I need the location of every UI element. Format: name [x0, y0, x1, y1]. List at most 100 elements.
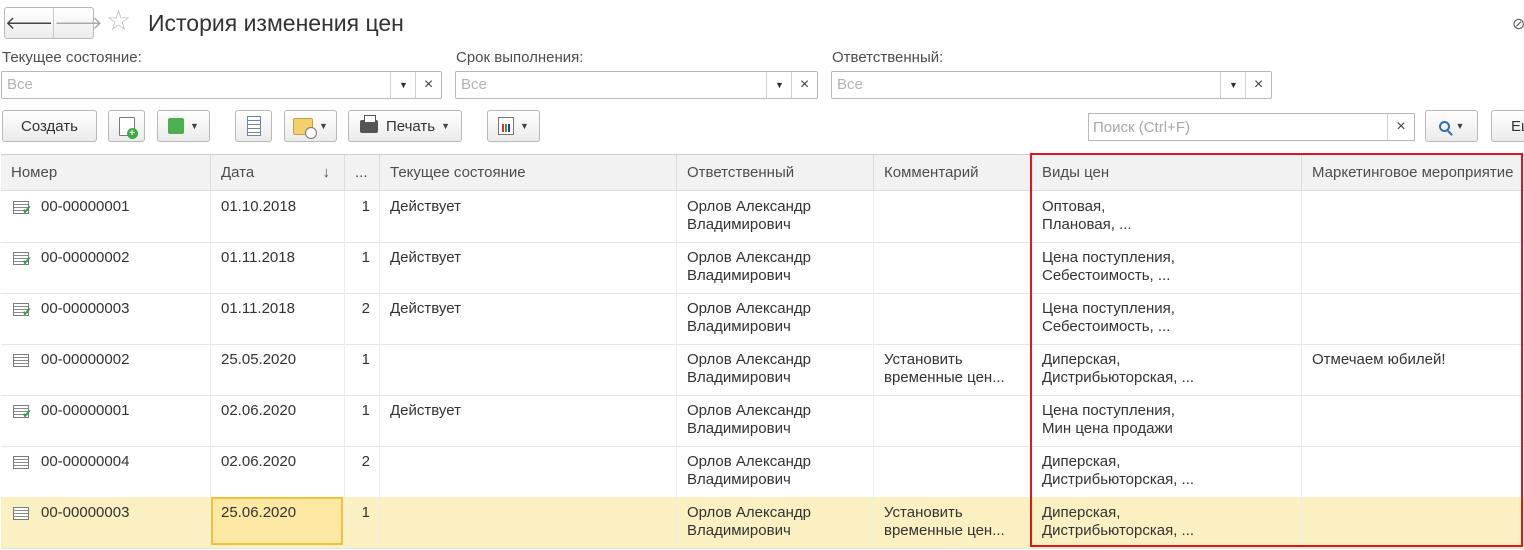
- document-icon: [13, 456, 29, 469]
- cell-responsible-line1: Орлов Александр: [687, 351, 811, 368]
- cell-responsible: Орлов Александр Владимирович: [677, 242, 874, 293]
- cell-responsible-line2: Владимирович: [687, 216, 791, 233]
- cell-state: [380, 344, 677, 395]
- cell-number: 00-00000003: [1, 497, 211, 548]
- highlight-frame: [1030, 153, 1523, 547]
- column-state[interactable]: Текущее состояние: [380, 155, 677, 190]
- cell-comment: [874, 446, 1032, 497]
- column-date-label: Дата: [221, 164, 255, 181]
- filter-state-value: Все: [7, 76, 33, 93]
- cell-number: 00-00000004: [1, 446, 211, 497]
- cell-comment: Установить временные цен...: [874, 497, 1032, 548]
- page-title: История изменения цен: [148, 10, 404, 36]
- cell-responsible-line1: Орлов Александр: [687, 504, 811, 521]
- link-icon[interactable]: ⊘: [1512, 14, 1524, 34]
- chevron-down-icon[interactable]: ▼: [1220, 72, 1246, 98]
- filter-state-field[interactable]: Все ▼ ×: [1, 71, 442, 99]
- filter-label-responsible: Ответственный:: [832, 49, 944, 66]
- cell-responsible: Орлов Александр Владимирович: [677, 191, 874, 242]
- cell-state: Действует: [380, 293, 677, 344]
- cell-state: [380, 497, 677, 548]
- print-label: Печать: [385, 117, 436, 135]
- print-button[interactable]: Печать ▼: [348, 110, 462, 142]
- cell-state: Действует: [380, 191, 677, 242]
- search-input[interactable]: Поиск (Ctrl+F) ×: [1088, 113, 1415, 141]
- filter-responsible-value: Все: [837, 76, 863, 93]
- column-count[interactable]: ...: [345, 155, 380, 190]
- report-icon: [498, 117, 515, 135]
- create-button[interactable]: Создать: [2, 110, 97, 142]
- chevron-down-icon[interactable]: ▼: [390, 72, 416, 98]
- cell-number: 00-00000002: [1, 344, 211, 395]
- cell-number-value: 00-00000002: [41, 351, 130, 368]
- cell-count: 1: [345, 191, 380, 242]
- column-comment[interactable]: Комментарий: [874, 155, 1032, 190]
- star-icon[interactable]: ☆: [106, 6, 131, 36]
- cell-date: 02.06.2020: [211, 446, 345, 497]
- cell-comment: [874, 191, 1032, 242]
- cell-comment-line1: Установить: [884, 504, 963, 521]
- cell-number: 00-00000001: [1, 191, 211, 242]
- clear-icon[interactable]: ×: [1387, 114, 1414, 140]
- clear-icon[interactable]: ×: [1245, 72, 1271, 98]
- forward-arrow-icon[interactable]: 🡒: [53, 8, 103, 38]
- document-approved-icon: [13, 405, 32, 420]
- document-approved-icon: [13, 303, 32, 318]
- list-view-button[interactable]: [235, 110, 272, 142]
- cell-number: 00-00000002: [1, 242, 211, 293]
- cell-date: 01.11.2018: [211, 242, 345, 293]
- cell-count: 1: [345, 395, 380, 446]
- document-icon: [13, 354, 29, 367]
- filter-deadline-value: Все: [461, 76, 487, 93]
- filter-label-state: Текущее состояние:: [2, 49, 142, 66]
- cell-number: 00-00000003: [1, 293, 211, 344]
- add-copy-icon: +: [118, 116, 138, 139]
- cell-number-value: 00-00000004: [41, 453, 130, 470]
- sort-down-icon: ↓: [322, 164, 331, 181]
- document-icon: [13, 507, 29, 520]
- search-placeholder: Поиск (Ctrl+F): [1093, 119, 1190, 136]
- cell-count: 1: [345, 344, 380, 395]
- filter-responsible-field[interactable]: Все ▼ ×: [831, 71, 1272, 99]
- cell-date: 25.05.2020: [211, 344, 345, 395]
- cell-responsible-line1: Орлов Александр: [687, 453, 811, 470]
- list-icon: [246, 116, 261, 136]
- reports-button[interactable]: ▼: [487, 110, 540, 142]
- cell-count: 2: [345, 446, 380, 497]
- green-transfer-icon: [168, 118, 185, 134]
- cell-date: 01.10.2018: [211, 191, 345, 242]
- back-arrow-icon[interactable]: 🡐: [5, 8, 53, 38]
- cell-comment: [874, 293, 1032, 344]
- column-responsible[interactable]: Ответственный: [677, 155, 874, 190]
- document-approved-icon: [13, 252, 32, 267]
- cell-comment: [874, 242, 1032, 293]
- clear-icon[interactable]: ×: [791, 72, 817, 98]
- column-number[interactable]: Номер: [1, 155, 211, 190]
- cell-number-value: 00-00000003: [41, 300, 130, 317]
- cell-comment: [874, 395, 1032, 446]
- clear-icon[interactable]: ×: [415, 72, 441, 98]
- cell-state: Действует: [380, 242, 677, 293]
- chevron-down-icon: ▼: [441, 121, 451, 131]
- filter-label-deadline: Срок выполнения:: [456, 49, 584, 66]
- add-copy-button[interactable]: +: [108, 110, 145, 142]
- schedule-button[interactable]: ▼: [284, 110, 337, 142]
- cell-number-value: 00-00000001: [41, 402, 130, 419]
- transfer-button[interactable]: ▼: [157, 110, 210, 142]
- chevron-down-icon[interactable]: ▼: [766, 72, 792, 98]
- cell-comment-line2: временные цен...: [884, 522, 1005, 539]
- document-approved-icon: [13, 201, 32, 216]
- cell-responsible: Орлов Александр Владимирович: [677, 446, 874, 497]
- cell-date: 25.06.2020: [211, 497, 345, 548]
- cell-count: 1: [345, 497, 380, 548]
- column-date[interactable]: Дата ↓: [211, 155, 345, 190]
- filter-deadline-field[interactable]: Все ▼ ×: [455, 71, 818, 99]
- cell-responsible-line2: Владимирович: [687, 420, 791, 437]
- printer-icon: [359, 114, 378, 133]
- more-button[interactable]: Ещ: [1491, 110, 1524, 142]
- chevron-down-icon: ▼: [319, 121, 328, 131]
- cell-state: Действует: [380, 395, 677, 446]
- cell-responsible-line1: Орлов Александр: [687, 249, 811, 266]
- search-button[interactable]: ▼: [1425, 110, 1478, 142]
- cell-responsible-line1: Орлов Александр: [687, 402, 811, 419]
